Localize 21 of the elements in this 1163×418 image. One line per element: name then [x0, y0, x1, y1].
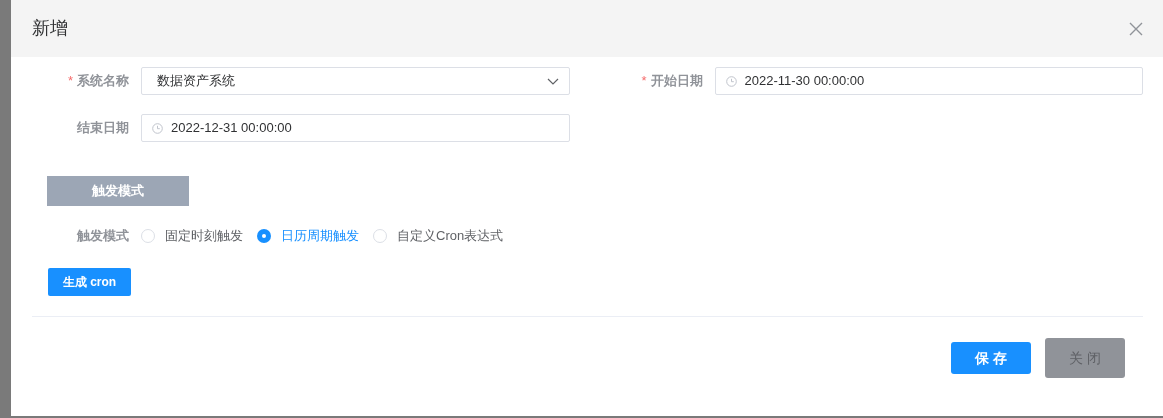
section-header: 触发模式 [47, 176, 189, 206]
close-icon[interactable] [1129, 21, 1143, 36]
field-label: 触发模式 [76, 227, 130, 246]
clock-icon [725, 75, 737, 87]
required-asterisk: * [67, 73, 73, 89]
field-label: 系统名称 [77, 73, 129, 89]
field-label: 结束日期 [77, 120, 129, 136]
radio-button[interactable] [257, 229, 271, 243]
date-field[interactable]: 2022-12-31 00:00:00 [141, 114, 570, 142]
radio-button[interactable] [373, 229, 387, 243]
radio-label[interactable]: 日历周期触发 [281, 226, 359, 246]
date-field[interactable]: 2022-11-30 00:00:00 [714, 67, 1143, 95]
chevron-down-icon [546, 77, 559, 85]
dialog-title: 新增 [32, 17, 68, 40]
clock-icon [152, 122, 163, 134]
radio-label[interactable]: 自定义Cron表达式 [397, 226, 504, 246]
radio-button[interactable] [141, 229, 155, 243]
select-field[interactable]: 数据资产系统 [141, 67, 570, 95]
radio-label[interactable]: 固定时刻触发 [165, 226, 243, 246]
required-asterisk: * [641, 73, 647, 89]
field-label: 开始日期 [650, 73, 703, 89]
